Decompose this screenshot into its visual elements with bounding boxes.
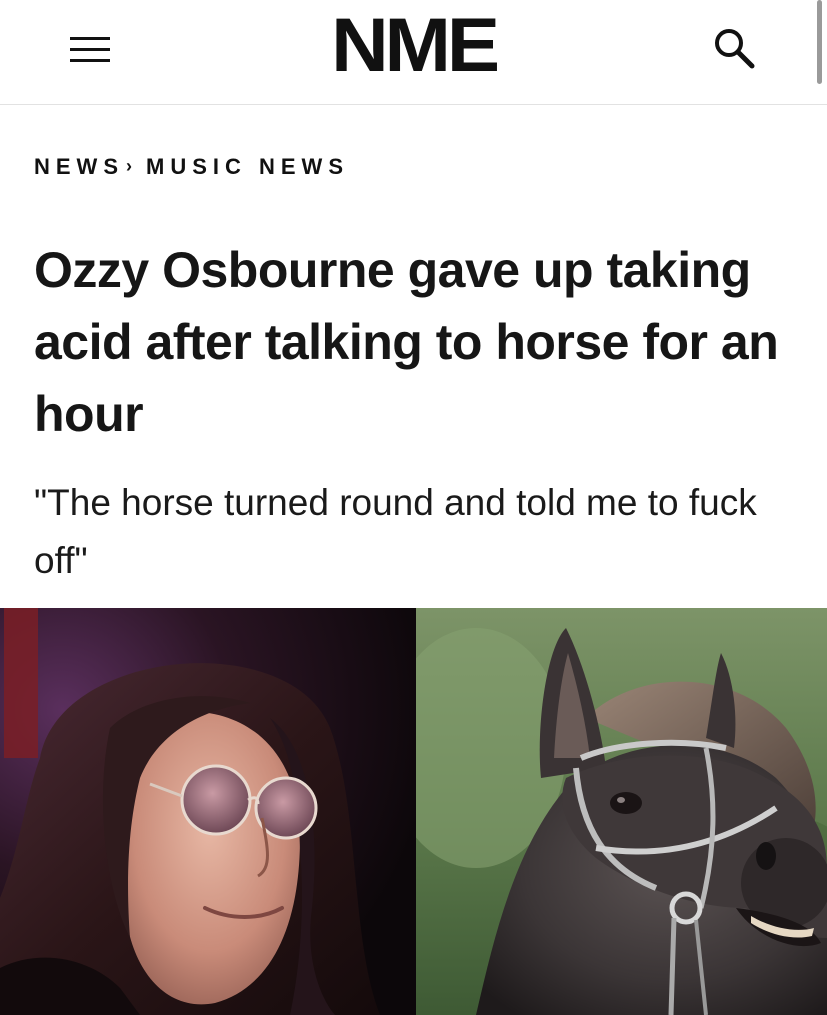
article-standfirst: "The horse turned round and told me to f… <box>34 482 757 581</box>
scrollbar[interactable] <box>817 0 822 84</box>
hero-image-left-ozzy <box>0 608 416 1015</box>
hero-image <box>0 608 827 1015</box>
site-header: NME <box>0 0 827 105</box>
site-logo[interactable]: NME <box>0 6 827 86</box>
breadcrumb-link-news[interactable]: NEWS <box>34 154 124 179</box>
article-headline: Ozzy Osbourne gave up taking acid after … <box>34 242 779 442</box>
breadcrumb: NEWS › MUSIC NEWS <box>34 154 349 180</box>
breadcrumb-link-music-news[interactable]: MUSIC NEWS <box>146 154 349 179</box>
search-icon[interactable] <box>708 24 764 74</box>
hero-image-right-horse <box>416 608 827 1015</box>
chevron-right-icon: › <box>126 156 132 176</box>
